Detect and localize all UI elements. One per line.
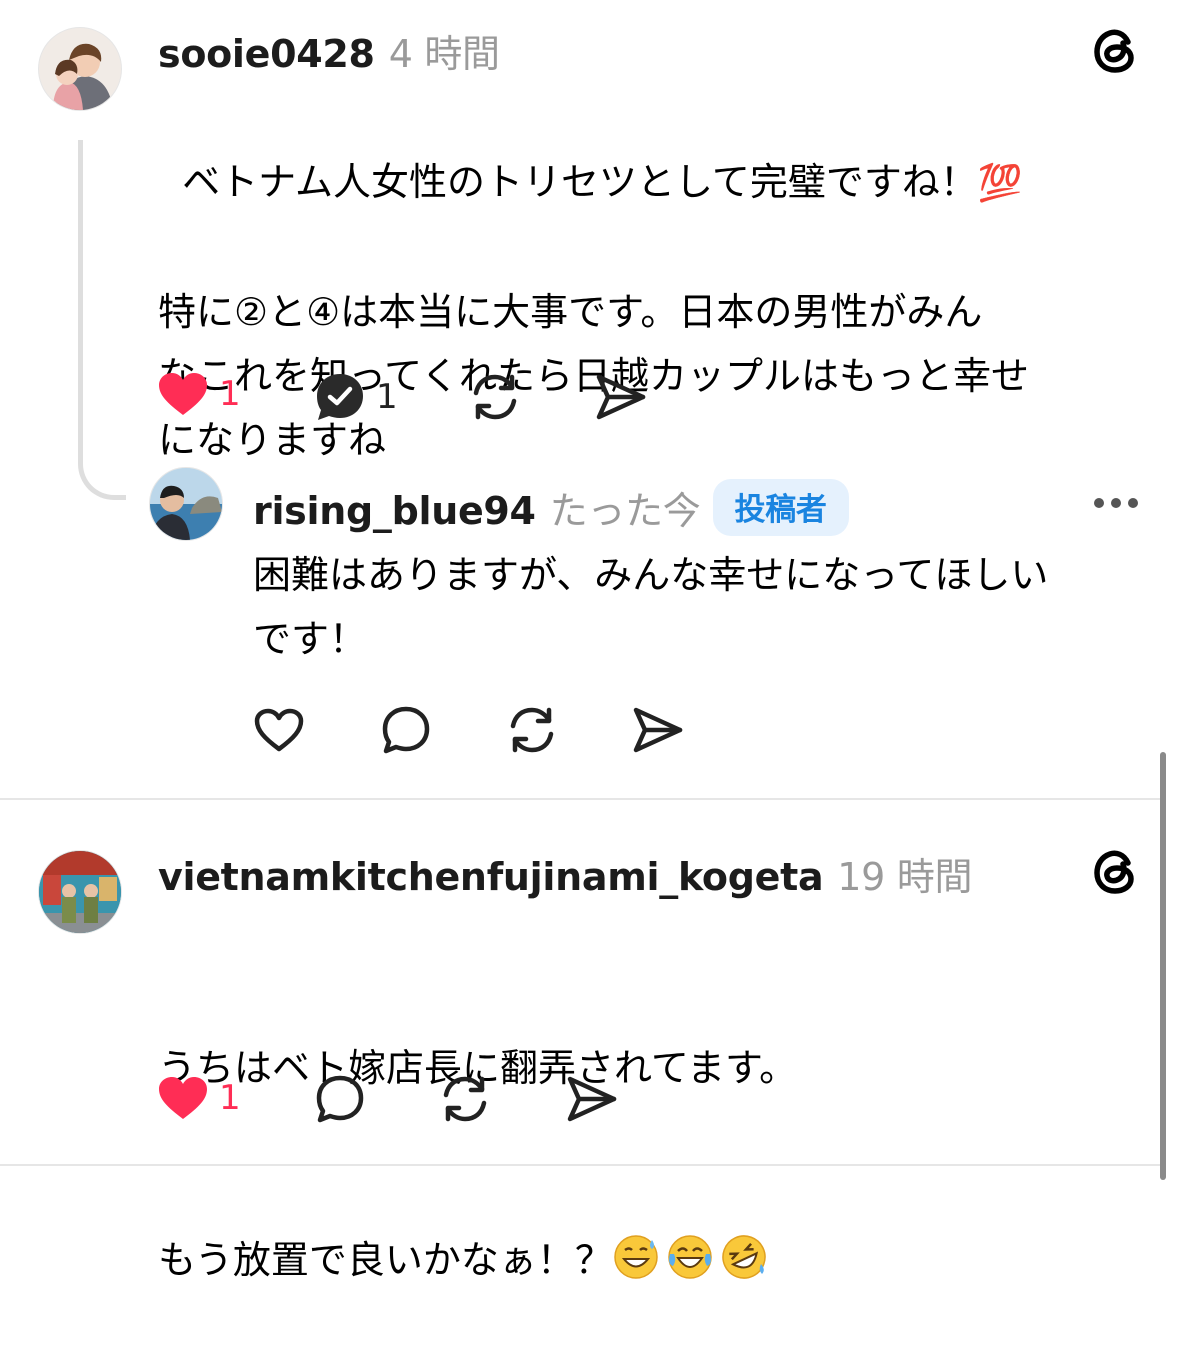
avatar[interactable] [38, 850, 122, 934]
threads-logo-icon[interactable] [1091, 846, 1141, 896]
post-text: ベトナム人女性のトリセツとして完璧ですね！💯 特に②と④は本当に大事です。日本の… [158, 86, 1148, 536]
repost-button[interactable] [505, 704, 559, 756]
share-icon [567, 1076, 617, 1122]
share-button[interactable] [595, 373, 647, 421]
comment-icon [317, 374, 363, 420]
username-text[interactable]: rising_blue94 [253, 489, 536, 533]
reply-button[interactable] [380, 705, 432, 755]
sweat-smile-emoji [613, 1234, 659, 1280]
tears-of-joy-emoji [667, 1234, 713, 1280]
username-text[interactable]: sooie0428 [158, 32, 375, 76]
heart-icon [159, 373, 207, 415]
heart-icon [159, 1077, 207, 1119]
post-text-rest: 特に②と④は本当に大事です。日本の男性がみん なこれを知ってくれたら日越カップル… [158, 290, 1029, 462]
repost-button[interactable] [438, 1073, 492, 1125]
share-icon [596, 374, 646, 420]
post-text-line2: もう放置で良いかなぁ！？ [158, 1228, 1148, 1292]
heart-icon [254, 708, 304, 752]
comment-icon [316, 1075, 364, 1123]
share-button[interactable] [566, 1075, 618, 1123]
thread-line [78, 140, 126, 500]
comment-icon [382, 706, 430, 754]
share-icon [633, 707, 683, 753]
timestamp: 4 時間 [388, 32, 500, 76]
username[interactable]: sooie0428 4 時間 [158, 23, 500, 78]
like-button[interactable] [253, 707, 305, 753]
more-icon [1094, 498, 1138, 508]
rofl-emoji [721, 1234, 767, 1280]
post-text-line2-text: もう放置で良いかなぁ！？ [158, 1238, 613, 1282]
reply-text: 困難はありますが、みんな幸せになってほしい です！ [253, 553, 1049, 661]
repost-icon [510, 707, 554, 753]
username[interactable]: vietnamkitchenfujinami_kogeta 19 時間 [158, 846, 973, 901]
reply-count: 1 [376, 377, 398, 417]
like-count: 1 [219, 1078, 241, 1118]
like-count: 1 [219, 374, 241, 414]
threads-logo-icon[interactable] [1091, 25, 1141, 75]
avatar[interactable] [149, 467, 223, 541]
like-button[interactable]: 1 [157, 371, 241, 417]
divider [0, 1164, 1160, 1166]
timestamp: 19 時間 [837, 855, 973, 899]
avatar[interactable] [38, 27, 122, 111]
author-badge: 投稿者 [712, 479, 849, 536]
reply-button[interactable]: 1 [314, 372, 398, 422]
username-text[interactable]: vietnamkitchenfujinami_kogeta [158, 855, 824, 899]
repost-icon [473, 374, 517, 420]
post-text-line1: ベトナム人女性のトリセツとして完璧ですね！ [182, 160, 978, 204]
timestamp: たった今 [549, 489, 701, 533]
reply-button[interactable] [314, 1074, 366, 1124]
scrollbar[interactable] [1160, 752, 1166, 1180]
divider [0, 798, 1160, 800]
like-button[interactable]: 1 [157, 1075, 241, 1121]
repost-button[interactable] [468, 371, 522, 423]
hundred-points-emoji: 💯 [977, 163, 1023, 204]
post-text-line1: うちはベト嫁店長に翻弄されてます。 [158, 1046, 798, 1090]
repost-icon [443, 1076, 487, 1122]
username[interactable]: rising_blue94 たった今 投稿者 [253, 479, 849, 536]
post-text: うちはベト嫁店長に翻弄されてます。 もう放置で良いかなぁ！？ [158, 908, 1148, 1356]
more-options-button[interactable] [1093, 495, 1139, 509]
share-button[interactable] [632, 706, 684, 754]
